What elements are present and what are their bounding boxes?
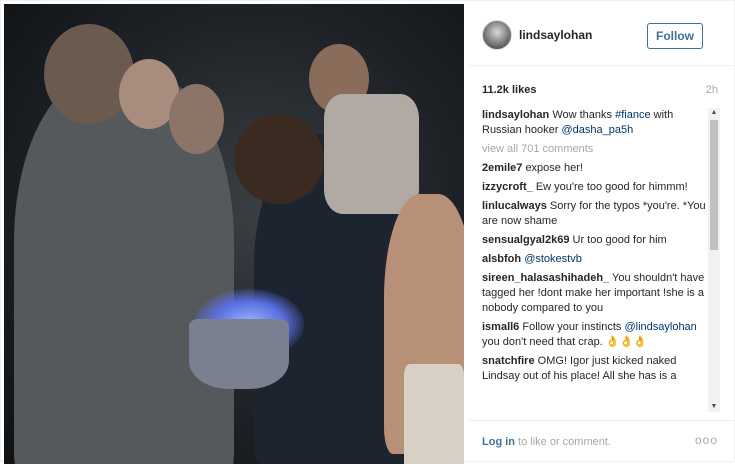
list-item: ismall6 Follow your instincts @lindsaylo…: [482, 320, 714, 350]
login-prompt: Log in to like or comment.: [482, 436, 611, 448]
comment-user[interactable]: ismall6: [482, 321, 519, 333]
comment-user[interactable]: snatchfire: [482, 355, 535, 367]
list-item: sensualgyal2k69 Ur too good for him: [482, 233, 714, 248]
lace-dress: [404, 364, 464, 464]
mention-link[interactable]: @stokestvb: [524, 253, 582, 265]
hashtag-link[interactable]: #fiance: [615, 109, 650, 121]
likes-count[interactable]: 11.2k likes: [482, 84, 536, 96]
post-sidebar: lindsaylohan Follow 11.2k likes 2h linds…: [468, 4, 734, 462]
ice-bucket: [189, 319, 289, 389]
post-meta: 11.2k likes 2h: [482, 84, 722, 98]
comment-text: Ew you're too good for himmm!: [535, 181, 688, 193]
post-footer: Log in to like or comment. ooo: [468, 420, 734, 462]
follow-button[interactable]: Follow: [647, 23, 703, 49]
shirt-striped: [324, 94, 419, 214]
avatar[interactable]: [482, 20, 512, 50]
comment-text: expose her!: [525, 162, 583, 174]
scroll-up-arrow-icon[interactable]: ▲: [708, 108, 720, 118]
comment-user[interactable]: izzycroft_: [482, 181, 533, 193]
login-prompt-text: to like or comment.: [515, 436, 611, 448]
comment-user[interactable]: alsbfoh: [482, 253, 521, 265]
instagram-post: lindsaylohan Follow 11.2k likes 2h linds…: [0, 0, 735, 464]
list-item: izzycroft_ Ew you're too good for himmm!: [482, 180, 714, 195]
view-all-comments[interactable]: view all 701 comments: [482, 142, 714, 157]
head-center: [234, 114, 324, 204]
comment-text: Ur too good for him: [572, 234, 667, 246]
post-header: lindsaylohan Follow: [468, 4, 734, 66]
comment-user[interactable]: sireen_halasashihadeh_: [482, 272, 609, 284]
head-left: [44, 24, 134, 124]
scroll-thumb[interactable]: [710, 120, 718, 250]
mention-link[interactable]: @dasha_pa5h: [562, 124, 634, 136]
comment-user[interactable]: 2emile7: [482, 162, 522, 174]
list-item: sireen_halasashihadeh_ You shouldn't hav…: [482, 271, 714, 316]
username[interactable]: lindsaylohan: [519, 28, 592, 42]
list-item: linlucalways Sorry for the typos *you're…: [482, 199, 714, 229]
comment-text: you don't need that crap. 👌👌👌: [482, 336, 647, 348]
mention-link[interactable]: @lindsaylohan: [624, 321, 696, 333]
comment-text: Wow thanks: [552, 109, 616, 121]
login-link[interactable]: Log in: [482, 436, 515, 448]
list-item: 2emile7 expose her!: [482, 161, 714, 176]
ellipsis-icon[interactable]: ooo: [695, 433, 718, 447]
caption: lindsaylohan Wow thanks #fiance with Rus…: [482, 108, 714, 138]
comment-user[interactable]: sensualgyal2k69: [482, 234, 569, 246]
scroll-down-arrow-icon[interactable]: ▼: [708, 402, 720, 412]
comment-user[interactable]: lindsaylohan: [482, 109, 549, 121]
face-girl-2: [169, 84, 224, 154]
comments-list[interactable]: lindsaylohan Wow thanks #fiance with Rus…: [482, 108, 714, 410]
list-item: alsbfoh @stokestvb: [482, 252, 714, 267]
comment-text: Follow your instincts: [522, 321, 625, 333]
comments-scrollbar[interactable]: ▲ ▼: [708, 108, 720, 412]
list-item: snatchfire OMG! Igor just kicked naked L…: [482, 354, 714, 384]
post-time[interactable]: 2h: [706, 84, 718, 96]
comment-user[interactable]: linlucalways: [482, 200, 547, 212]
post-photo[interactable]: [4, 4, 464, 464]
